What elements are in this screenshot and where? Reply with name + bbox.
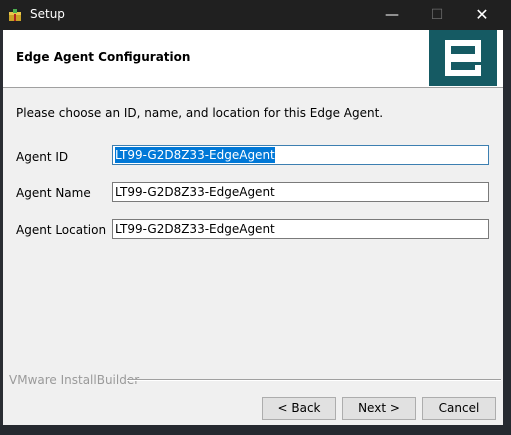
next-button[interactable]: Next >: [342, 397, 416, 420]
dialog-header: Edge Agent Configuration: [3, 30, 503, 88]
agent-name-value: LT99-G2D8Z33-EdgeAgent: [115, 185, 275, 199]
background-bottom-strip: [0, 425, 511, 435]
maximize-button[interactable]: ☐: [414, 0, 460, 30]
title-bar[interactable]: Setup — ☐ ✕: [0, 0, 511, 30]
installer-app-icon: [9, 9, 21, 21]
window-title: Setup: [30, 7, 65, 21]
minimize-button[interactable]: —: [369, 0, 415, 30]
agent-name-label: Agent Name: [16, 186, 91, 200]
footer-divider: [127, 379, 501, 381]
agent-location-value: LT99-G2D8Z33-EdgeAgent: [115, 222, 275, 236]
agent-location-label: Agent Location: [16, 223, 107, 237]
agent-name-input[interactable]: LT99-G2D8Z33-EdgeAgent: [112, 182, 489, 202]
agent-location-input[interactable]: LT99-G2D8Z33-EdgeAgent: [112, 219, 489, 239]
background-right-strip: [503, 30, 511, 435]
installbuilder-label: VMware InstallBuilder: [9, 373, 140, 387]
agent-id-input[interactable]: LT99-G2D8Z33-EdgeAgent: [112, 145, 489, 165]
cancel-button[interactable]: Cancel: [422, 397, 496, 420]
page-title: Edge Agent Configuration: [16, 50, 191, 64]
back-button[interactable]: < Back: [262, 397, 336, 420]
edge-logo-icon: [429, 30, 497, 86]
agent-id-value: LT99-G2D8Z33-EdgeAgent: [115, 147, 275, 163]
intro-text: Please choose an ID, name, and location …: [16, 106, 384, 120]
setup-dialog: Edge Agent Configuration Please choose a…: [3, 30, 503, 425]
close-button[interactable]: ✕: [459, 0, 505, 30]
agent-id-label: Agent ID: [16, 150, 69, 164]
